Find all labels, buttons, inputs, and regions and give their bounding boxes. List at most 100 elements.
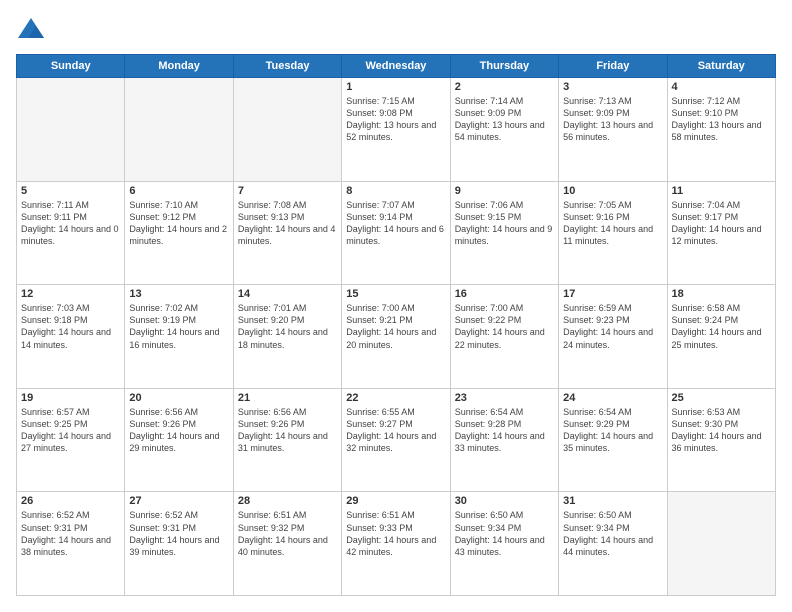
weekday-header: Sunday — [17, 55, 125, 78]
day-number: 8 — [346, 185, 445, 197]
calendar-cell: 4 Sunrise: 7:12 AM Sunset: 9:10 PM Daylig… — [667, 78, 775, 182]
day-number: 3 — [563, 81, 662, 93]
calendar-cell: 10 Sunrise: 7:05 AM Sunset: 9:16 PM Dayli… — [559, 181, 667, 285]
day-info: Sunrise: 7:02 AM Sunset: 9:19 PM Dayligh… — [129, 302, 228, 351]
day-number: 6 — [129, 185, 228, 197]
calendar-cell: 14 Sunrise: 7:01 AM Sunset: 9:20 PM Dayli… — [233, 285, 341, 389]
day-info: Sunrise: 6:53 AM Sunset: 9:30 PM Dayligh… — [672, 406, 771, 455]
day-number: 17 — [563, 288, 662, 300]
calendar-cell: 15Sunrise: 7:00 AM Sunset: 9:21 PM Dayli… — [342, 285, 450, 389]
day-number: 2 — [455, 81, 554, 93]
calendar-cell: 26 Sunrise: 6:52 AM Sunset: 9:31 PM Dayli… — [17, 492, 125, 596]
day-info: Sunrise: 6:59 AM Sunset: 9:23 PM Dayligh… — [563, 302, 662, 351]
day-info: Sunrise: 7:05 AM Sunset: 9:16 PM Dayligh… — [563, 199, 662, 248]
day-info: Sunrise: 7:10 AM Sunset: 9:12 PM Dayligh… — [129, 199, 228, 248]
calendar-week: 1 Sunrise: 7:15 AM Sunset: 9:08 PM Daylig… — [17, 78, 776, 182]
day-number: 4 — [672, 81, 771, 93]
day-number: 10 — [563, 185, 662, 197]
day-number: 26 — [21, 495, 120, 507]
day-number: 20 — [129, 392, 228, 404]
day-number: 16 — [455, 288, 554, 300]
day-info: Sunrise: 7:11 AM Sunset: 9:11 PM Dayligh… — [21, 199, 120, 248]
calendar-cell — [17, 78, 125, 182]
calendar-week: 12 Sunrise: 7:03 AM Sunset: 9:18 PM Dayli… — [17, 285, 776, 389]
calendar-cell: 19Sunrise: 6:57 AM Sunset: 9:25 PM Dayli… — [17, 388, 125, 492]
day-info: Sunrise: 6:56 AM Sunset: 9:26 PM Dayligh… — [238, 406, 337, 455]
calendar-cell: 2Sunrise: 7:14 AM Sunset: 9:09 PM Daylig… — [450, 78, 558, 182]
day-number: 14 — [238, 288, 337, 300]
day-info: Sunrise: 7:03 AM Sunset: 9:18 PM Dayligh… — [21, 302, 120, 351]
calendar-cell: 11Sunrise: 7:04 AM Sunset: 9:17 PM Dayli… — [667, 181, 775, 285]
calendar-week: 26 Sunrise: 6:52 AM Sunset: 9:31 PM Dayli… — [17, 492, 776, 596]
day-number: 29 — [346, 495, 445, 507]
day-info: Sunrise: 6:52 AM Sunset: 9:31 PM Dayligh… — [21, 509, 120, 558]
day-info: Sunrise: 7:07 AM Sunset: 9:14 PM Dayligh… — [346, 199, 445, 248]
calendar-cell: 6 Sunrise: 7:10 AM Sunset: 9:12 PM Daylig… — [125, 181, 233, 285]
day-number: 18 — [672, 288, 771, 300]
calendar-cell — [125, 78, 233, 182]
day-number: 21 — [238, 392, 337, 404]
day-number: 23 — [455, 392, 554, 404]
day-info: Sunrise: 7:12 AM Sunset: 9:10 PM Dayligh… — [672, 95, 771, 144]
day-number: 24 — [563, 392, 662, 404]
weekday-header: Wednesday — [342, 55, 450, 78]
day-info: Sunrise: 6:52 AM Sunset: 9:31 PM Dayligh… — [129, 509, 228, 558]
day-number: 12 — [21, 288, 120, 300]
day-info: Sunrise: 6:57 AM Sunset: 9:25 PM Dayligh… — [21, 406, 120, 455]
calendar-cell: 16 Sunrise: 7:00 AM Sunset: 9:22 PM Dayli… — [450, 285, 558, 389]
calendar-cell: 12 Sunrise: 7:03 AM Sunset: 9:18 PM Dayli… — [17, 285, 125, 389]
day-info: Sunrise: 7:00 AM Sunset: 9:22 PM Dayligh… — [455, 302, 554, 351]
logo-icon — [16, 16, 46, 46]
day-info: Sunrise: 7:15 AM Sunset: 9:08 PM Dayligh… — [346, 95, 445, 144]
calendar-cell: 31 Sunrise: 6:50 AM Sunset: 9:34 PM Dayli… — [559, 492, 667, 596]
day-info: Sunrise: 6:51 AM Sunset: 9:32 PM Dayligh… — [238, 509, 337, 558]
calendar-cell: 20 Sunrise: 6:56 AM Sunset: 9:26 PM Dayli… — [125, 388, 233, 492]
calendar-cell: 7 Sunrise: 7:08 AM Sunset: 9:13 PM Daylig… — [233, 181, 341, 285]
day-info: Sunrise: 7:08 AM Sunset: 9:13 PM Dayligh… — [238, 199, 337, 248]
page: SundayMondayTuesdayWednesdayThursdayFrid… — [0, 0, 792, 612]
day-number: 1 — [346, 81, 445, 93]
calendar-cell: 27 Sunrise: 6:52 AM Sunset: 9:31 PM Dayli… — [125, 492, 233, 596]
day-number: 15 — [346, 288, 445, 300]
day-info: Sunrise: 6:56 AM Sunset: 9:26 PM Dayligh… — [129, 406, 228, 455]
calendar-cell: 22 Sunrise: 6:55 AM Sunset: 9:27 PM Dayli… — [342, 388, 450, 492]
calendar-cell: 1 Sunrise: 7:15 AM Sunset: 9:08 PM Daylig… — [342, 78, 450, 182]
day-number: 5 — [21, 185, 120, 197]
day-info: Sunrise: 6:55 AM Sunset: 9:27 PM Dayligh… — [346, 406, 445, 455]
day-info: Sunrise: 6:50 AM Sunset: 9:34 PM Dayligh… — [563, 509, 662, 558]
day-info: Sunrise: 7:06 AM Sunset: 9:15 PM Dayligh… — [455, 199, 554, 248]
day-info: Sunrise: 6:58 AM Sunset: 9:24 PM Dayligh… — [672, 302, 771, 351]
weekday-header: Saturday — [667, 55, 775, 78]
day-info: Sunrise: 6:54 AM Sunset: 9:29 PM Dayligh… — [563, 406, 662, 455]
day-info: Sunrise: 7:01 AM Sunset: 9:20 PM Dayligh… — [238, 302, 337, 351]
weekday-header: Friday — [559, 55, 667, 78]
calendar-cell: 30 Sunrise: 6:50 AM Sunset: 9:34 PM Dayli… — [450, 492, 558, 596]
calendar-cell: 28Sunrise: 6:51 AM Sunset: 9:32 PM Dayli… — [233, 492, 341, 596]
day-number: 25 — [672, 392, 771, 404]
day-info: Sunrise: 7:13 AM Sunset: 9:09 PM Dayligh… — [563, 95, 662, 144]
calendar-cell: 9Sunrise: 7:06 AM Sunset: 9:15 PM Daylig… — [450, 181, 558, 285]
header — [16, 16, 776, 46]
calendar-cell — [233, 78, 341, 182]
calendar: SundayMondayTuesdayWednesdayThursdayFrid… — [16, 54, 776, 596]
day-number: 7 — [238, 185, 337, 197]
day-info: Sunrise: 6:50 AM Sunset: 9:34 PM Dayligh… — [455, 509, 554, 558]
calendar-cell: 5 Sunrise: 7:11 AM Sunset: 9:11 PM Daylig… — [17, 181, 125, 285]
calendar-cell — [667, 492, 775, 596]
day-number: 27 — [129, 495, 228, 507]
day-number: 22 — [346, 392, 445, 404]
calendar-cell: 13 Sunrise: 7:02 AM Sunset: 9:19 PM Dayli… — [125, 285, 233, 389]
calendar-cell: 25 Sunrise: 6:53 AM Sunset: 9:30 PM Dayli… — [667, 388, 775, 492]
calendar-body: 1 Sunrise: 7:15 AM Sunset: 9:08 PM Daylig… — [17, 78, 776, 596]
logo — [16, 16, 50, 46]
day-info: Sunrise: 7:04 AM Sunset: 9:17 PM Dayligh… — [672, 199, 771, 248]
weekday-header: Tuesday — [233, 55, 341, 78]
calendar-cell: 29 Sunrise: 6:51 AM Sunset: 9:33 PM Dayli… — [342, 492, 450, 596]
day-number: 31 — [563, 495, 662, 507]
day-number: 13 — [129, 288, 228, 300]
day-info: Sunrise: 6:51 AM Sunset: 9:33 PM Dayligh… — [346, 509, 445, 558]
day-number: 30 — [455, 495, 554, 507]
day-info: Sunrise: 6:54 AM Sunset: 9:28 PM Dayligh… — [455, 406, 554, 455]
weekday-row: SundayMondayTuesdayWednesdayThursdayFrid… — [17, 55, 776, 78]
calendar-cell: 17 Sunrise: 6:59 AM Sunset: 9:23 PM Dayli… — [559, 285, 667, 389]
